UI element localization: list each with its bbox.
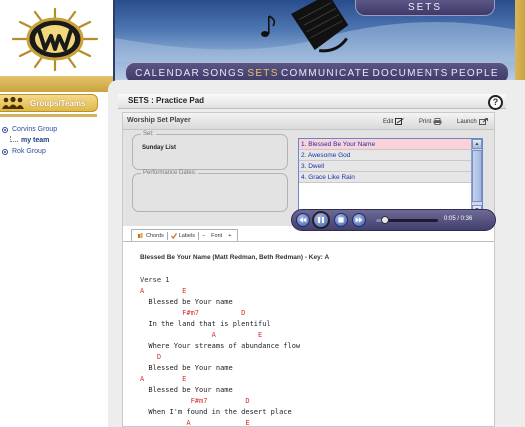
group-tree: Corvins Group my team Rok Group	[2, 124, 98, 157]
people-icon	[2, 96, 24, 109]
set-legend: Set:	[141, 131, 156, 137]
worship-logo[interactable]	[10, 6, 100, 72]
group-label: Corvins Group	[12, 126, 58, 133]
section-label: Verse 1	[140, 276, 170, 284]
chords-toggle[interactable]: Chords	[135, 232, 167, 239]
chord-sheet: Verse 1 A E Blessed be Your name F#m7 D I…	[140, 275, 460, 427]
expand-icon[interactable]	[2, 148, 8, 155]
fast-forward-icon	[355, 217, 363, 223]
banner: SETS CALENDAR SONGS SETS COMMUNICATE DOCUMEN…	[113, 0, 515, 88]
print-label: Print	[419, 118, 432, 125]
lyric-line: In the land that is plentiful	[140, 320, 271, 328]
pause-icon	[318, 217, 324, 223]
lyric-line: Where Your streams of abundance flow	[140, 342, 301, 350]
group-item[interactable]: Corvins Group	[2, 124, 98, 135]
print-button[interactable]: Print	[419, 118, 442, 125]
song-row[interactable]: 1. Blessed Be Your Name	[299, 139, 471, 150]
font-decrease-button[interactable]: −	[199, 233, 208, 239]
rewind-button[interactable]	[296, 213, 310, 227]
nav-item-calendar[interactable]: CALENDAR	[135, 68, 200, 79]
edit-button[interactable]: Edit	[383, 118, 405, 125]
song-list: 1. Blessed Be Your Name 2. Awesome God 3. …	[298, 138, 483, 217]
groups-divider	[0, 114, 97, 117]
font-label: Font	[211, 232, 223, 239]
scroll-up-icon[interactable]: ▲	[472, 139, 482, 149]
chord-line: F#m7 D	[140, 397, 250, 405]
lyric-line: Blessed be Your name	[140, 298, 233, 306]
nav-item-documents[interactable]: DOCUMENTS	[372, 68, 448, 79]
groups-header: Groups/Teams	[0, 94, 98, 112]
set-fieldset: Set: Sunday List	[132, 131, 288, 170]
sheet-divider	[123, 241, 494, 242]
font-label-item: Font	[208, 233, 225, 239]
team-item[interactable]: my team	[2, 135, 98, 146]
group-label: Rok Group	[12, 148, 46, 155]
nav-item-sets[interactable]: SETS	[247, 68, 278, 79]
launch-button[interactable]: Launch	[457, 118, 488, 125]
labels-toggle[interactable]: Labels	[168, 233, 198, 239]
font-increase-button[interactable]: +	[225, 233, 234, 239]
chord-line: A E	[140, 331, 263, 339]
logo-area	[0, 0, 113, 76]
labels-label: Labels	[178, 232, 195, 239]
song-row[interactable]: 3. Dwell	[299, 161, 471, 172]
nav-item-people[interactable]: PEOPLE	[451, 68, 499, 79]
tree-branch-icon	[10, 135, 18, 142]
expand-icon[interactable]	[2, 126, 8, 133]
worship-set-player: Worship Set Player Edit Print Launch Set…	[122, 112, 496, 427]
page-title: SETS : Practice Pad	[128, 96, 205, 105]
player-title: Worship Set Player	[127, 117, 191, 124]
chord-line: F#m7 D	[140, 309, 246, 317]
player-header: Worship Set Player Edit Print Launch	[123, 113, 494, 130]
chord-line: D	[140, 353, 162, 361]
progress-knob[interactable]	[381, 216, 389, 224]
audio-transport: 0:05 / 0:36	[291, 209, 496, 231]
groups-title: Groups/Teams	[30, 98, 86, 108]
song-row[interactable]: 2. Awesome God	[299, 150, 471, 161]
lyric-line: Blessed be Your name	[140, 386, 233, 394]
set-name: Sunday List	[142, 145, 177, 151]
time-readout: 0:05 / 0:36	[444, 216, 473, 222]
help-icon[interactable]: ?	[488, 95, 503, 110]
stop-icon	[338, 217, 344, 223]
launch-label: Launch	[457, 118, 477, 125]
team-label: my team	[21, 137, 50, 144]
group-item[interactable]: Rok Group	[2, 146, 98, 157]
main-header: SETS : Practice Pad	[118, 94, 506, 109]
song-list-scrollbar[interactable]: ▲ ▼	[471, 139, 482, 216]
nav-item-songs[interactable]: SONGS	[202, 68, 245, 79]
app-header: SETS CALENDAR SONGS SETS COMMUNICATE DOCUMEN…	[0, 0, 525, 92]
chord-line: A E	[140, 375, 187, 383]
chords-label: Chords	[146, 232, 164, 239]
chord-line: A E	[140, 419, 250, 427]
sheet-toolbar: Chords Labels − Font +	[131, 229, 239, 241]
lyric-line: When I'm found in the desert place	[140, 408, 292, 416]
plus-icon: +	[228, 232, 232, 239]
performance-dates-legend: Performance Dates:	[141, 170, 199, 176]
scroll-thumb[interactable]	[472, 150, 482, 202]
chords-icon	[138, 232, 143, 238]
checkmark-icon	[170, 232, 177, 239]
performance-dates-fieldset: Performance Dates:	[132, 170, 288, 212]
stop-button[interactable]	[334, 213, 348, 227]
chord-line: A E	[140, 287, 187, 295]
printer-icon	[433, 118, 442, 125]
header-gold-strip	[0, 76, 113, 92]
header-gold-strip-right	[515, 0, 525, 92]
rewind-icon	[299, 217, 307, 223]
song-row[interactable]: 4. Grace Like Rain	[299, 172, 471, 183]
section-tab: SETS	[355, 0, 495, 16]
nav-item-communicate[interactable]: COMMUNICATE	[281, 68, 370, 79]
pause-button[interactable]	[312, 211, 330, 229]
fast-forward-button[interactable]	[352, 213, 366, 227]
edit-icon	[395, 118, 405, 125]
edit-label: Edit	[383, 118, 394, 125]
external-link-icon	[478, 118, 488, 125]
song-header: Blessed Be Your Name (Matt Redman, Beth …	[140, 254, 330, 261]
lyric-line: Blessed be Your name	[140, 364, 233, 372]
sidebar: Groups/Teams Corvins Group my team Rok Gro…	[0, 92, 100, 427]
minus-icon: −	[201, 232, 206, 239]
